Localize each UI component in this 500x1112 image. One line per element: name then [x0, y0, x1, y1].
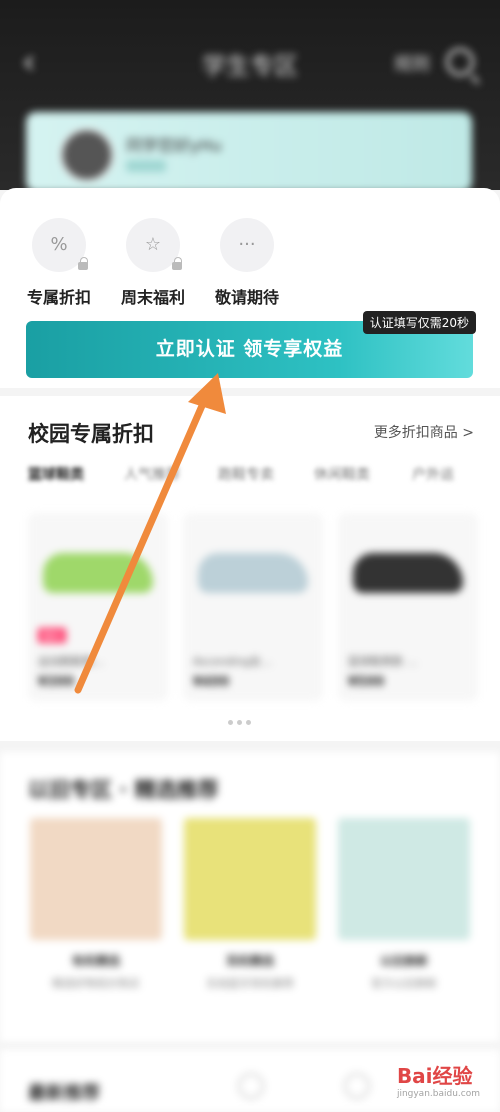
- picks-section: 以旧专区 · 精选推荐 有机精选 精选好物低价购买 耳机精选 无线蓝牙耳机推荐 …: [0, 752, 500, 1042]
- shoe-image: [353, 553, 463, 593]
- carousel-dots: [228, 710, 268, 725]
- benefits-panel: % 专属折扣 ☆ 周末福利 ··· 敬请期待 立即认证 领专享权益 认证填写仅需…: [0, 188, 500, 388]
- feature-coming-soon[interactable]: ··· 敬请期待: [192, 218, 302, 308]
- product-name: 篮球鞋男款 …: [348, 655, 418, 668]
- profile-card[interactable]: 同学您好yHu: [26, 112, 472, 192]
- pick-name: 耳机精选: [225, 954, 274, 968]
- pick-card[interactable]: 以旧换新 官方以旧换新: [338, 818, 470, 990]
- section-title: 以旧专区 · 精选推荐: [28, 778, 219, 802]
- pick-image: [338, 818, 470, 940]
- pick-name: 有机精选: [71, 954, 120, 968]
- feature-label: 敬请期待: [214, 288, 279, 307]
- campus-discount-section: 校园专属折扣 更多折扣商品 > 篮球鞋类 人气推荐 跑鞋专卖 休闲鞋类 户外运 …: [0, 396, 500, 741]
- pick-image: [184, 818, 316, 940]
- profile-sub: [126, 160, 166, 172]
- bottom-title: 最新推荐: [28, 1083, 100, 1104]
- product-card[interactable]: Ascending女… ¥499: [183, 513, 323, 701]
- pick-desc: 无线蓝牙耳机推荐: [206, 977, 294, 990]
- product-name: Ascending女…: [193, 655, 273, 668]
- avatar: [60, 128, 114, 182]
- pick-name: 以旧换新: [379, 954, 428, 968]
- nav-icon[interactable]: [238, 1073, 264, 1099]
- tab-running[interactable]: 跑鞋专卖: [218, 464, 274, 484]
- tab-popular[interactable]: 人气推荐: [124, 464, 180, 484]
- tab-casual[interactable]: 休闲鞋类: [314, 464, 370, 484]
- pick-card[interactable]: 有机精选 精选好物低价购买: [30, 818, 162, 990]
- more-discounts-link[interactable]: 更多折扣商品 >: [374, 422, 474, 442]
- pick-desc: 精选好物低价购买: [52, 977, 140, 990]
- profile-name: 同学您好yHu: [126, 136, 222, 155]
- section-title: 校园专属折扣: [28, 422, 154, 446]
- lock-icon: [172, 257, 182, 270]
- product-price: ¥599: [348, 675, 385, 690]
- lock-icon: [78, 257, 88, 270]
- product-price: ¥499: [193, 675, 230, 690]
- tab-outdoor[interactable]: 户外运: [412, 464, 454, 484]
- pick-card[interactable]: 耳机精选 无线蓝牙耳机推荐: [184, 818, 316, 990]
- product-card[interactable]: 篮球鞋男款 … ¥599: [338, 513, 478, 701]
- pick-image: [30, 818, 162, 940]
- shoe-image: [43, 553, 153, 593]
- product-name: 运动跑鞋男…: [38, 655, 104, 668]
- more-dots-icon: ···: [238, 234, 256, 255]
- product-price: ¥399: [38, 675, 75, 690]
- shoe-image: [198, 553, 308, 593]
- pick-desc: 官方以旧换新: [371, 977, 437, 990]
- category-tabs: 篮球鞋类 人气推荐 跑鞋专卖 休闲鞋类 户外运: [28, 464, 488, 488]
- sale-badge: 限时: [38, 628, 66, 643]
- baidu-watermark: Bai经验 jingyan.baidu.com: [396, 1064, 480, 1099]
- verify-tip-badge: 认证填写仅需20秒: [362, 311, 476, 334]
- search-icon[interactable]: [446, 48, 474, 76]
- rules-link[interactable]: 规则: [394, 50, 430, 76]
- product-card[interactable]: 限时 运动跑鞋男… ¥399: [28, 513, 168, 701]
- nav-icon[interactable]: [344, 1073, 370, 1099]
- tab-basketball[interactable]: 篮球鞋类: [28, 464, 84, 484]
